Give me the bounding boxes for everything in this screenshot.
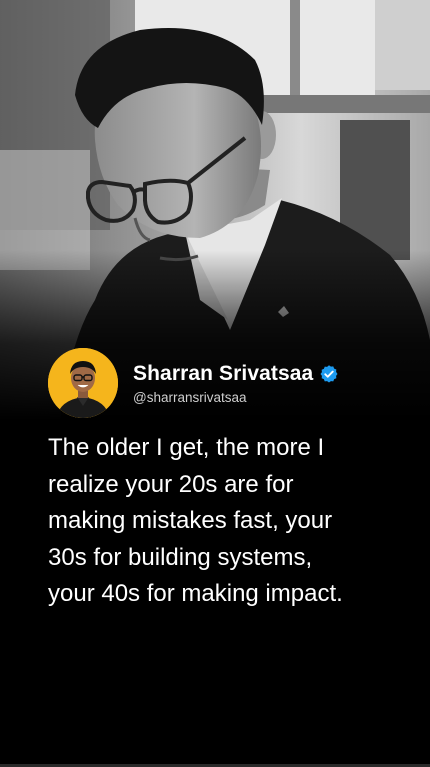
author-text: Sharran Srivatsaa @sharransrivatsaa [133, 362, 339, 405]
quote-line: 30s for building systems, [48, 543, 313, 571]
author-name[interactable]: Sharran Srivatsaa [133, 362, 313, 386]
quote-line: realize your 20s are for [48, 470, 294, 498]
quote-line: The older I get, the more I [48, 434, 325, 461]
verified-check-icon [320, 364, 338, 382]
quote-line: making mistakes fast, your [48, 507, 333, 534]
author-block: Sharran Srivatsaa @sharransrivatsaa [48, 348, 339, 418]
author-name-row: Sharran Srivatsaa [133, 362, 339, 386]
quote-text: The older I get, the more I realize your… [48, 430, 408, 613]
post-card: Sharran Srivatsaa @sharransrivatsaa The … [0, 0, 430, 767]
quote-line: your 40s for making impact. [48, 580, 343, 607]
avatar[interactable] [48, 348, 118, 418]
author-handle[interactable]: @sharransrivatsaa [133, 390, 339, 405]
